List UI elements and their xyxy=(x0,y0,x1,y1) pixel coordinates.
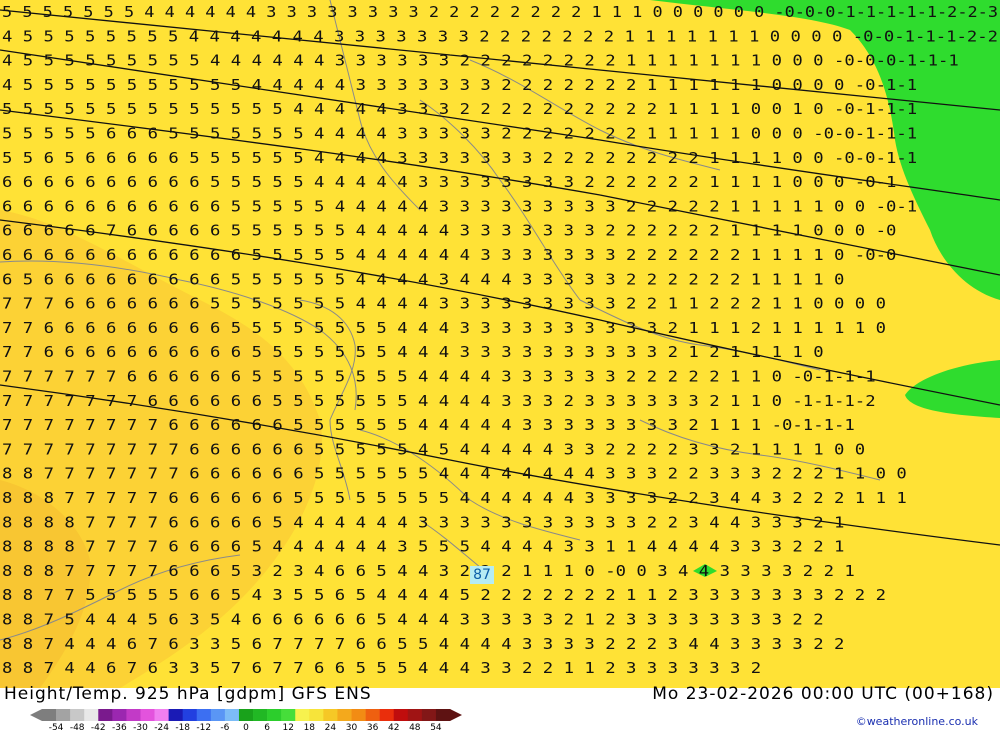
value-row: 4 5 5 5 5 5 5 5 5 5 4 4 4 4 4 4 3 3 3 3 … xyxy=(2,52,959,70)
colorbar-swatch xyxy=(295,709,310,721)
value-row: 5 5 5 5 5 5 5 4 4 4 4 4 4 3 3 3 3 3 3 3 … xyxy=(2,3,998,21)
colorbar-swatch xyxy=(253,709,268,721)
colorbar-tick-label: 54 xyxy=(430,723,442,733)
colorbar-swatch xyxy=(365,709,380,721)
value-row: 6 6 6 6 6 6 6 6 6 6 6 6 5 5 5 5 5 4 4 4 … xyxy=(2,246,896,264)
colorbar-tick-label: 18 xyxy=(303,723,316,733)
value-row: 7 7 7 7 7 7 7 6 6 6 6 6 6 5 5 5 5 5 5 5 … xyxy=(2,392,876,410)
colorbar-swatch xyxy=(435,709,451,721)
value-row: 7 7 7 6 6 6 6 6 6 6 5 5 5 5 5 5 5 4 4 4 … xyxy=(2,295,886,313)
value-row: 7 7 6 6 6 6 6 6 6 6 6 6 5 5 5 5 5 5 5 4 … xyxy=(2,343,824,361)
colorbar-swatch xyxy=(182,709,198,721)
colorbar-tick-label: -6 xyxy=(220,723,230,733)
colorbar-swatch xyxy=(379,709,395,721)
value-row: 5 5 5 5 5 6 6 6 5 5 5 5 5 5 5 4 4 4 4 3 … xyxy=(2,125,917,143)
colorbar-ticks: -54 -48 -42 -36 -30 -24 -18 -12 -6 0 6 12 18 24 30 36 42… xyxy=(0,723,480,735)
colorbar-swatch xyxy=(351,709,366,721)
colorbar-swatch xyxy=(421,709,437,721)
colorbar-swatch xyxy=(281,709,296,721)
value-row: 6 5 6 6 6 6 6 6 6 6 6 5 5 5 5 5 5 4 4 4 … xyxy=(2,270,844,288)
colorbar-tick-label: -24 xyxy=(154,723,169,733)
colorbar-swatch xyxy=(238,709,254,721)
value-row: 8 8 7 4 4 4 6 7 6 3 3 5 6 7 7 7 7 6 6 5 … xyxy=(2,635,844,653)
colorbar-swatch xyxy=(112,709,127,721)
weather-map: 5 5 5 5 5 5 5 4 4 4 4 4 4 3 3 3 3 3 3 3 … xyxy=(0,0,1000,688)
value-row: 5 5 5 5 5 5 5 5 5 5 5 5 5 5 4 4 4 4 4 3 … xyxy=(2,100,917,118)
colorbar-tick-label: 30 xyxy=(345,723,358,733)
credit-link[interactable]: ©weatheronline.co.uk xyxy=(856,715,978,728)
colorbar-swatch xyxy=(393,709,409,721)
colorbar-swatch xyxy=(56,709,71,721)
value-row: 8 8 7 4 4 6 7 6 3 3 5 7 6 7 7 6 6 5 5 5 … xyxy=(2,659,761,677)
colorbar-swatch xyxy=(126,709,141,721)
value-row: 4 5 5 5 5 5 5 5 5 4 4 4 4 4 4 4 3 3 3 3 … xyxy=(2,27,998,45)
value-row: 8 8 7 7 7 7 7 7 7 6 6 6 6 6 6 5 5 5 5 5 … xyxy=(2,465,907,483)
colorbar-tick-label: -54 xyxy=(48,723,64,733)
colorbar-swatch xyxy=(70,709,85,721)
map-canvas: 5 5 5 5 5 5 5 4 4 4 4 4 4 3 3 3 3 3 3 3 … xyxy=(0,0,1000,688)
colorbar-swatch xyxy=(337,709,352,721)
colorbar-tick-label: 42 xyxy=(387,723,400,733)
colorbar-tick-label: 36 xyxy=(366,723,379,733)
value-row: 6 6 6 6 6 6 6 6 6 6 5 5 5 5 5 4 4 4 4 4 … xyxy=(2,173,896,191)
colorbar-right-arrow xyxy=(450,709,462,721)
colorbar-tick-label: 12 xyxy=(282,723,294,733)
value-row: 5 5 6 5 6 6 6 6 6 5 5 5 5 5 5 4 4 4 4 3 … xyxy=(2,149,917,167)
colorbar-tick-label: 0 xyxy=(243,723,249,733)
value-row: 6 6 6 6 6 6 6 6 6 6 6 5 5 5 5 5 4 4 4 4 … xyxy=(2,197,917,215)
value-row: 8 8 7 5 4 4 4 5 6 3 5 4 6 6 6 6 6 6 5 4 … xyxy=(2,611,824,629)
station-value-label: 87 xyxy=(470,566,494,584)
colorbar-swatch xyxy=(323,709,338,721)
valid-time: Mo 23-02-2026 00:00 UTC (00+168) xyxy=(652,684,994,704)
colorbar-swatch xyxy=(309,709,324,721)
colorbar-swatch xyxy=(154,709,169,721)
map-title: Height/Temp. 925 hPa [gdpm] GFS ENS xyxy=(4,684,372,704)
value-row: 4 5 5 5 5 5 5 5 5 5 5 5 4 4 4 4 4 3 3 3 … xyxy=(2,76,917,94)
colorbar-tick-label: -18 xyxy=(175,723,191,733)
value-row: 8 8 8 8 7 7 7 7 6 6 6 6 5 4 4 4 4 4 4 3 … xyxy=(2,538,844,556)
colorbar xyxy=(30,709,462,721)
colorbar-tick-label: -12 xyxy=(196,723,212,733)
value-row: 8 8 7 7 5 5 5 5 5 6 6 5 4 3 5 5 6 5 4 4 … xyxy=(2,586,886,604)
colorbar-swatch xyxy=(407,709,423,721)
value-row: 7 7 7 7 7 7 7 7 7 6 6 6 6 6 6 5 5 5 5 5 … xyxy=(2,440,865,458)
colorbar-swatch xyxy=(140,709,155,721)
colorbar-tick-label: 48 xyxy=(409,723,421,733)
colorbar-swatch xyxy=(84,709,99,721)
colorbar-tick-label: -36 xyxy=(112,723,127,733)
colorbar-swatch xyxy=(98,709,113,721)
footer-bar: Height/Temp. 925 hPa [gdpm] GFS ENS Mo 2… xyxy=(0,684,1000,735)
colorbar-swatch xyxy=(42,709,57,721)
value-row: 7 7 7 7 7 7 6 6 6 6 6 6 5 5 5 5 5 5 5 5 … xyxy=(2,368,876,386)
colorbar-swatch xyxy=(168,709,183,721)
colorbar-tick-label: -42 xyxy=(90,723,106,733)
value-row: 7 7 6 6 6 6 6 6 6 6 6 5 5 5 5 5 5 5 5 4 … xyxy=(2,319,886,337)
colorbar-tick-label: 6 xyxy=(264,723,270,733)
value-row: 8 8 8 8 7 7 7 7 6 6 6 6 6 5 4 4 4 4 4 4 … xyxy=(2,513,844,531)
value-row: 8 8 8 7 7 7 7 7 6 6 6 6 6 6 5 5 5 5 5 5 … xyxy=(2,489,907,507)
colorbar-tick-label: -30 xyxy=(133,723,148,733)
colorbar-swatch xyxy=(210,709,226,721)
value-row: 7 7 7 7 7 7 7 7 6 6 6 6 6 6 5 5 5 5 5 5 … xyxy=(2,416,855,434)
value-row: 8 8 8 7 7 7 7 7 6 6 6 5 3 2 3 4 6 6 5 4 … xyxy=(2,562,855,580)
colorbar-swatch xyxy=(267,709,282,721)
colorbar-swatch xyxy=(196,709,212,721)
colorbar-swatch xyxy=(224,709,240,721)
colorbar-tick-label: 24 xyxy=(324,723,337,733)
colorbar-tick-label: -48 xyxy=(69,723,85,733)
colorbar-left-arrow xyxy=(30,709,42,721)
value-row: 6 6 6 6 6 7 6 6 6 6 6 5 5 5 5 5 5 4 4 4 … xyxy=(2,222,896,240)
